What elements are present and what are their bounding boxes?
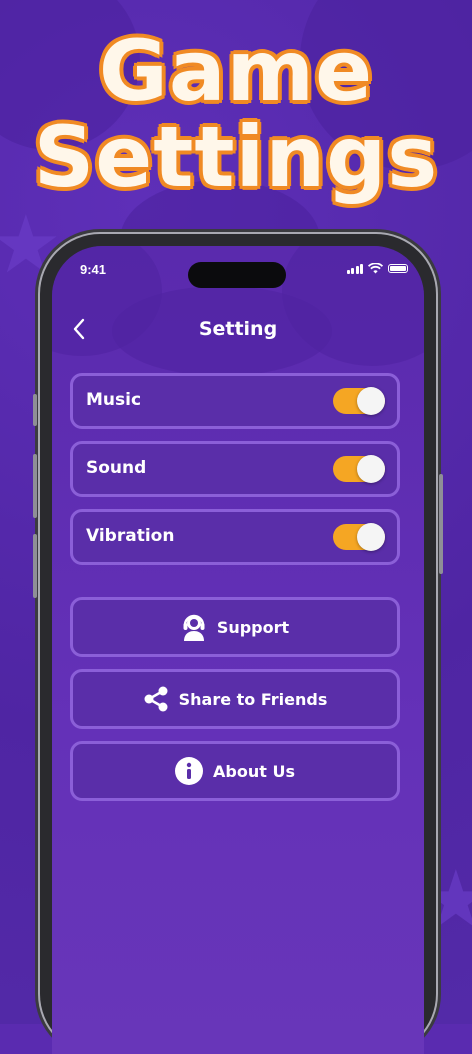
sound-label: Sound (86, 458, 147, 478)
about-us-label: About Us (213, 761, 295, 781)
music-setting-row: Music (70, 373, 400, 429)
sound-setting-row: Sound (70, 441, 400, 497)
music-toggle[interactable] (333, 387, 385, 415)
vibration-toggle[interactable] (333, 523, 385, 551)
headline-line-1: Game (98, 22, 374, 120)
battery-icon (388, 264, 408, 273)
vibration-label: Vibration (86, 526, 175, 546)
support-label: Support (216, 617, 290, 637)
status-bar: 9:41 (52, 262, 424, 288)
info-icon (175, 757, 204, 785)
dynamic-island (188, 262, 286, 288)
vibration-setting-row: Vibration (70, 509, 400, 565)
nav-bar: Setting (52, 310, 424, 350)
page-title: Setting (198, 318, 278, 340)
support-button[interactable]: Support (70, 597, 400, 657)
phone-frame: 9:41 Setting Music Sound Vibration Suppo… (33, 234, 443, 1054)
app-screen: 9:41 Setting Music Sound Vibration Suppo… (52, 246, 424, 1054)
sound-toggle[interactable] (333, 455, 385, 483)
wifi-icon (368, 263, 383, 274)
support-agent-icon (183, 614, 205, 641)
about-us-button[interactable]: About Us (70, 741, 400, 801)
share-to-friends-button[interactable]: Share to Friends (70, 669, 400, 729)
headline-line-2: Settings (33, 108, 439, 206)
share-icon (144, 686, 168, 712)
cellular-signal-icon (346, 263, 363, 274)
status-time: 9:41 (80, 262, 107, 277)
music-label: Music (86, 390, 142, 410)
share-to-friends-label: Share to Friends (178, 689, 328, 709)
